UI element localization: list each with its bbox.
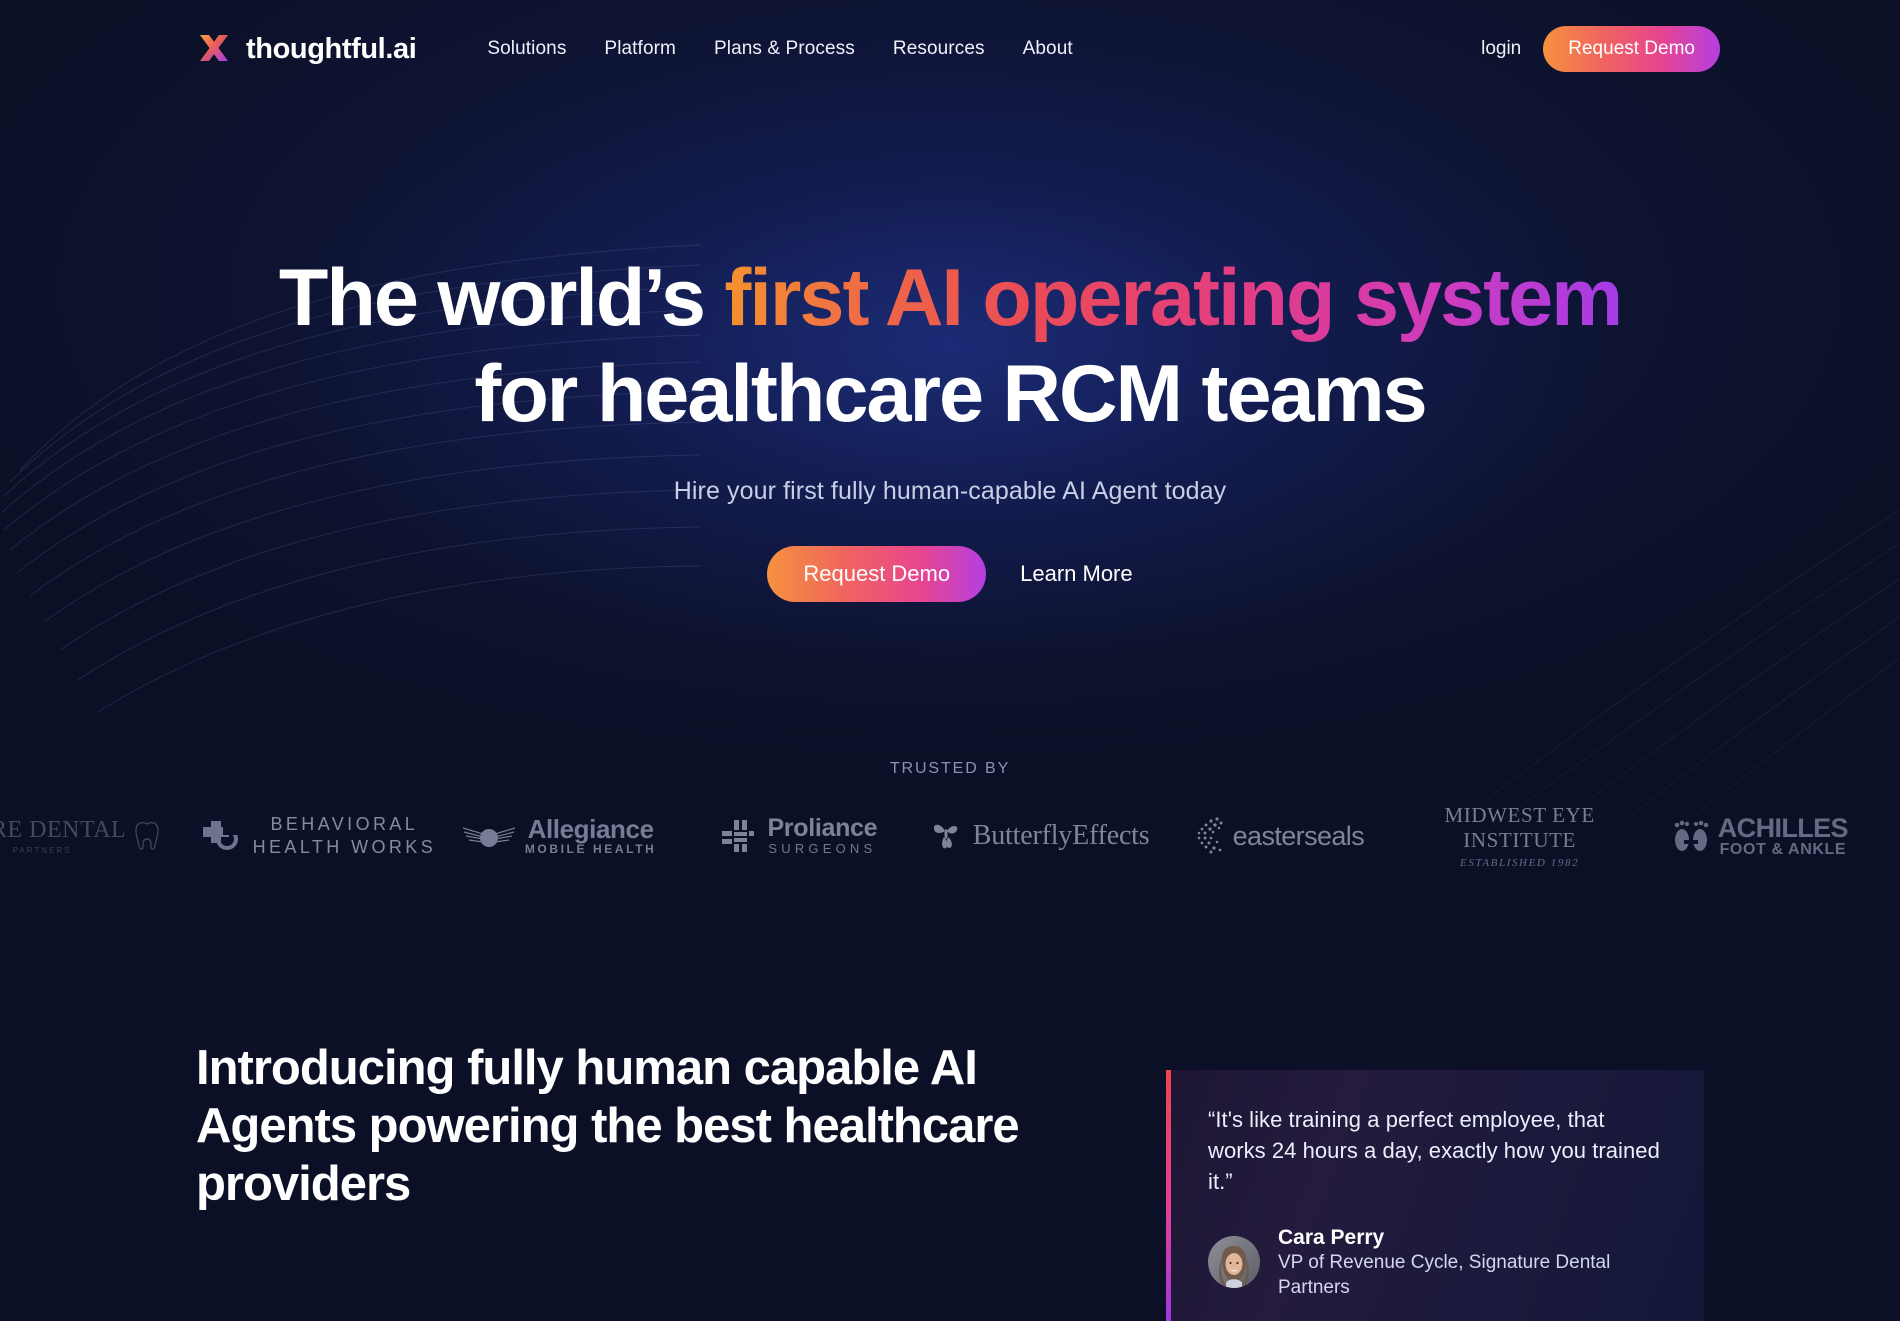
easterseals-dots-icon: [1197, 817, 1223, 854]
hero-cta-group: Request Demo Learn More: [0, 546, 1900, 602]
logo-midwest-eye-institute: MIDWEST EYE INSTITUTE ESTABLISHED 1982: [1400, 803, 1640, 869]
logo-butterfly-effects: ButterflyEffects: [919, 808, 1159, 864]
request-demo-button-hero[interactable]: Request Demo: [767, 546, 987, 602]
hero-title-plain: The world’s: [278, 253, 725, 343]
logo-easterseals: easterseals: [1159, 808, 1399, 864]
hero-title-line2: for healthcare RCM teams: [474, 349, 1427, 439]
landing-page: thoughtful.ai Solutions Platform Plans &…: [0, 0, 1900, 1321]
logo-proliance-surgeons: Proliance SURGEONS: [679, 808, 919, 864]
section-heading: Introducing fully human capable AI Agent…: [196, 1041, 1020, 1211]
header-actions: login Request Demo: [1481, 26, 1720, 72]
testimonial-author-role: VP of Revenue Cycle, Signature Dental Pa…: [1278, 1252, 1611, 1298]
logo-signature-dental-line1: TURE DENTAL: [0, 817, 127, 843]
testimonial-quote: “It's like training a perfect employee, …: [1208, 1107, 1660, 1195]
wings-icon: [462, 827, 516, 847]
logo-bhw-line2: HEALTH WORKS: [252, 837, 437, 857]
request-demo-button-header[interactable]: Request Demo: [1543, 26, 1720, 72]
butterfly-icon: [933, 824, 958, 849]
logo-proliance-line1: Proliance: [767, 814, 878, 843]
logo-allegiance-line1: Allegiance: [527, 814, 654, 845]
partner-logo-strip: TURE DENTAL PARTNERS BEHA: [0, 803, 1900, 869]
trusted-by-label: TRUSTED BY: [889, 760, 1011, 777]
hero-title-gradient: first AI operating system: [724, 253, 1623, 343]
logo-allegiance-line2: MOBILE HEALTH: [524, 842, 657, 857]
tooth-icon: [135, 821, 159, 850]
logo-proliance-line2: SURGEONS: [768, 841, 877, 857]
testimonial-author-name: Cara Perry: [1278, 1225, 1385, 1249]
testimonial-attribution: Cara Perry VP of Revenue Cycle, Signatur…: [1208, 1224, 1664, 1301]
brand-name: thoughtful.ai: [246, 32, 417, 65]
learn-more-link[interactable]: Learn More: [1020, 561, 1133, 587]
logo-mei-line1: MIDWEST EYE INSTITUTE: [1444, 803, 1595, 852]
logo-achilles-line2: FOOT & ANKLE: [1719, 840, 1847, 858]
login-link[interactable]: login: [1481, 38, 1521, 60]
logo-achilles-foot-ankle: ACHILLES FOOT & ANKLE: [1640, 808, 1880, 864]
logo-allegiance-mobile-health: Allegiance MOBILE HEALTH: [439, 808, 679, 864]
nav-item-solutions[interactable]: Solutions: [468, 30, 585, 68]
site-header: thoughtful.ai Solutions Platform Plans &…: [0, 0, 1900, 98]
logo-bhw-line1: BEHAVIORAL: [270, 813, 419, 834]
logo-easterseals-text: easterseals: [1232, 820, 1365, 851]
logo-butterfly-effects-text: ButterflyEffects: [972, 820, 1150, 851]
footprints-icon: [1674, 820, 1709, 851]
logo-signature-dental: TURE DENTAL PARTNERS: [0, 808, 198, 864]
nav-item-platform[interactable]: Platform: [585, 30, 695, 68]
logo-behavioral-health-works: BEHAVIORAL HEALTH WORKS: [198, 808, 438, 864]
logo-achilles-line1: ACHILLES: [1717, 812, 1849, 843]
logo-signature-dental-line2: PARTNERS: [12, 846, 72, 855]
behavioral-health-mark-icon: [202, 821, 238, 850]
testimonial-card: “It's like training a perfect employee, …: [1166, 1070, 1704, 1321]
nav-item-resources[interactable]: Resources: [874, 30, 1004, 68]
page-title: The world’s first AI operating system fo…: [0, 258, 1900, 435]
avatar-portrait-icon: [1208, 1236, 1260, 1289]
trusted-by-section: TRUSTED BY TURE DENTAL PARTNERS: [0, 760, 1900, 869]
x-logo-icon: [200, 35, 228, 61]
main-nav: Solutions Platform Plans & Process Resou…: [468, 30, 1091, 68]
avatar: [1208, 1236, 1260, 1289]
testimonial-accent-bar: [1166, 1070, 1171, 1321]
cross-lattice-icon: [722, 820, 755, 852]
brand-logo[interactable]: thoughtful.ai: [196, 31, 417, 67]
intro-section: Introducing fully human capable AI Agent…: [0, 1040, 1900, 1321]
nav-item-plans-process[interactable]: Plans & Process: [695, 30, 874, 68]
background-fade: [0, 700, 1900, 1060]
nav-item-about[interactable]: About: [1004, 30, 1092, 68]
logo-mei-line2: ESTABLISHED 1982: [1460, 857, 1580, 869]
hero-subtitle: Hire your first fully human-capable AI A…: [673, 477, 1227, 505]
